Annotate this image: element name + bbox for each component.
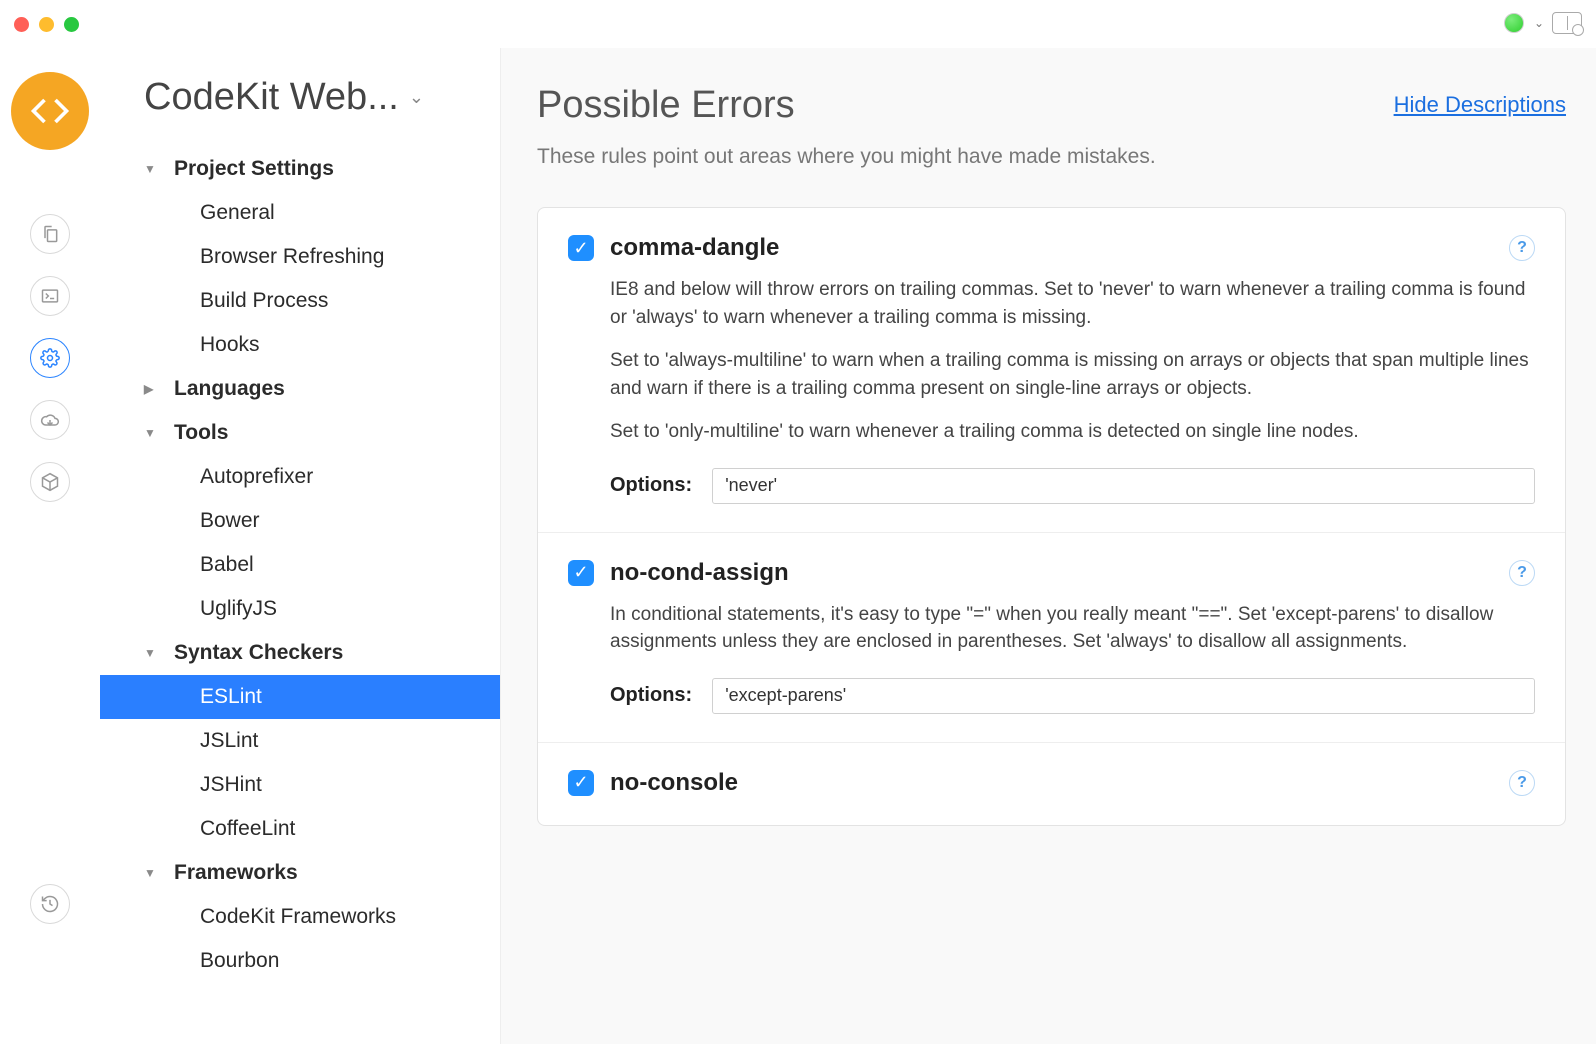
rule: ✓ comma-dangle? IE8 and below will throw e… bbox=[538, 208, 1565, 533]
nav-item[interactable]: Bourbon bbox=[100, 939, 500, 983]
files-icon bbox=[40, 224, 60, 244]
terminal-icon bbox=[40, 286, 60, 306]
rule-checkbox[interactable]: ✓ bbox=[568, 235, 594, 261]
main-content: Possible Errors Hide Descriptions These … bbox=[500, 48, 1596, 1044]
code-icon bbox=[28, 89, 72, 133]
inspector-toggle-button[interactable] bbox=[1552, 12, 1582, 34]
rule-checkbox[interactable]: ✓ bbox=[568, 560, 594, 586]
rail-settings-button[interactable] bbox=[30, 338, 70, 378]
nav-item-label: JSLint bbox=[200, 729, 258, 753]
window-zoom-button[interactable] bbox=[64, 17, 79, 32]
rail-packages-button[interactable] bbox=[30, 462, 70, 502]
hide-descriptions-link[interactable]: Hide Descriptions bbox=[1394, 92, 1566, 118]
server-status-menu-chevron[interactable]: ⌄ bbox=[1534, 16, 1544, 30]
nav-item-label: Bower bbox=[200, 509, 260, 533]
rule-description: In conditional statements, it's easy to … bbox=[610, 601, 1535, 656]
nav-section-header[interactable]: ▼ Tools bbox=[100, 411, 500, 455]
nav-item[interactable]: CodeKit Frameworks bbox=[100, 895, 500, 939]
disclosure-right-icon: ▶ bbox=[144, 382, 162, 396]
nav-section-header[interactable]: ▶ Languages bbox=[100, 367, 500, 411]
nav-item[interactable]: JSHint bbox=[100, 763, 500, 807]
history-icon bbox=[40, 894, 60, 914]
nav-section-label: Tools bbox=[174, 421, 228, 445]
nav-section-label: Syntax Checkers bbox=[174, 641, 343, 665]
nav-item-label: CodeKit Frameworks bbox=[200, 905, 396, 929]
cube-icon bbox=[40, 472, 60, 492]
nav-section-label: Frameworks bbox=[174, 861, 298, 885]
window-minimize-button[interactable] bbox=[39, 17, 54, 32]
rule-help-button[interactable]: ? bbox=[1509, 235, 1535, 261]
rule: ✓ no-cond-assign? In conditional statement… bbox=[538, 533, 1565, 743]
nav-item[interactable]: CoffeeLint bbox=[100, 807, 500, 851]
disclosure-down-icon: ▼ bbox=[144, 866, 162, 880]
nav-item[interactable]: UglifyJS bbox=[100, 587, 500, 631]
nav-item-label: Babel bbox=[200, 553, 254, 577]
project-title: CodeKit Web... bbox=[144, 76, 399, 119]
nav-item-label: UglifyJS bbox=[200, 597, 277, 621]
nav-item[interactable]: JSLint bbox=[100, 719, 500, 763]
nav-item-label: Hooks bbox=[200, 333, 260, 357]
page-subtitle: These rules point out areas where you mi… bbox=[537, 145, 1566, 169]
window-close-button[interactable] bbox=[14, 17, 29, 32]
nav-item[interactable]: Build Process bbox=[100, 279, 500, 323]
rail-history-button[interactable] bbox=[30, 884, 70, 924]
nav-item-label: Autoprefixer bbox=[200, 465, 313, 489]
rule-name: no-console bbox=[610, 769, 1509, 797]
server-status-indicator[interactable] bbox=[1504, 13, 1524, 33]
nav-item[interactable]: Autoprefixer bbox=[100, 455, 500, 499]
rules-list: ✓ comma-dangle? IE8 and below will throw e… bbox=[537, 207, 1566, 826]
project-menu-chevron[interactable]: ⌄ bbox=[409, 87, 424, 108]
nav-section-label: Project Settings bbox=[174, 157, 334, 181]
nav-item-label: Browser Refreshing bbox=[200, 245, 384, 269]
rule: ✓ no-console? bbox=[538, 743, 1565, 825]
nav-item-label: CoffeeLint bbox=[200, 817, 295, 841]
gear-icon bbox=[40, 348, 60, 368]
options-label: Options: bbox=[610, 684, 692, 707]
settings-sidebar: CodeKit Web... ⌄ ▼ Project Settings Genera… bbox=[100, 48, 500, 1044]
nav-section-header[interactable]: ▼ Syntax Checkers bbox=[100, 631, 500, 675]
nav-section-header[interactable]: ▼ Project Settings bbox=[100, 147, 500, 191]
nav-item-label: Build Process bbox=[200, 289, 328, 313]
page-title: Possible Errors bbox=[537, 84, 795, 127]
rule-name: comma-dangle bbox=[610, 234, 1509, 262]
nav-item-label: JSHint bbox=[200, 773, 262, 797]
nav-item[interactable]: Babel bbox=[100, 543, 500, 587]
options-label: Options: bbox=[610, 474, 692, 497]
disclosure-down-icon: ▼ bbox=[144, 162, 162, 176]
left-icon-rail bbox=[0, 48, 100, 1044]
disclosure-down-icon: ▼ bbox=[144, 426, 162, 440]
nav-item[interactable]: Bower bbox=[100, 499, 500, 543]
disclosure-down-icon: ▼ bbox=[144, 646, 162, 660]
nav-item-label: General bbox=[200, 201, 275, 225]
nav-section-header[interactable]: ▼ Frameworks bbox=[100, 851, 500, 895]
nav-item-label: Bourbon bbox=[200, 949, 279, 973]
rule-checkbox[interactable]: ✓ bbox=[568, 770, 594, 796]
rule-description: IE8 and below will throw errors on trail… bbox=[610, 276, 1535, 446]
nav-item-label: ESLint bbox=[200, 685, 262, 709]
rail-download-button[interactable] bbox=[30, 400, 70, 440]
window-titlebar: ⌄ bbox=[0, 0, 1596, 48]
rail-terminal-button[interactable] bbox=[30, 276, 70, 316]
rail-files-button[interactable] bbox=[30, 214, 70, 254]
rule-options-input[interactable] bbox=[712, 468, 1535, 504]
nav-item[interactable]: Hooks bbox=[100, 323, 500, 367]
project-badge[interactable] bbox=[11, 72, 89, 150]
rule-options-input[interactable] bbox=[712, 678, 1535, 714]
cloud-download-icon bbox=[40, 410, 60, 430]
traffic-lights bbox=[14, 17, 79, 32]
nav-item[interactable]: Browser Refreshing bbox=[100, 235, 500, 279]
nav-section-label: Languages bbox=[174, 377, 285, 401]
nav-item[interactable]: General bbox=[100, 191, 500, 235]
rule-name: no-cond-assign bbox=[610, 559, 1509, 587]
rule-help-button[interactable]: ? bbox=[1509, 560, 1535, 586]
nav-item[interactable]: ESLint bbox=[100, 675, 500, 719]
rule-help-button[interactable]: ? bbox=[1509, 770, 1535, 796]
